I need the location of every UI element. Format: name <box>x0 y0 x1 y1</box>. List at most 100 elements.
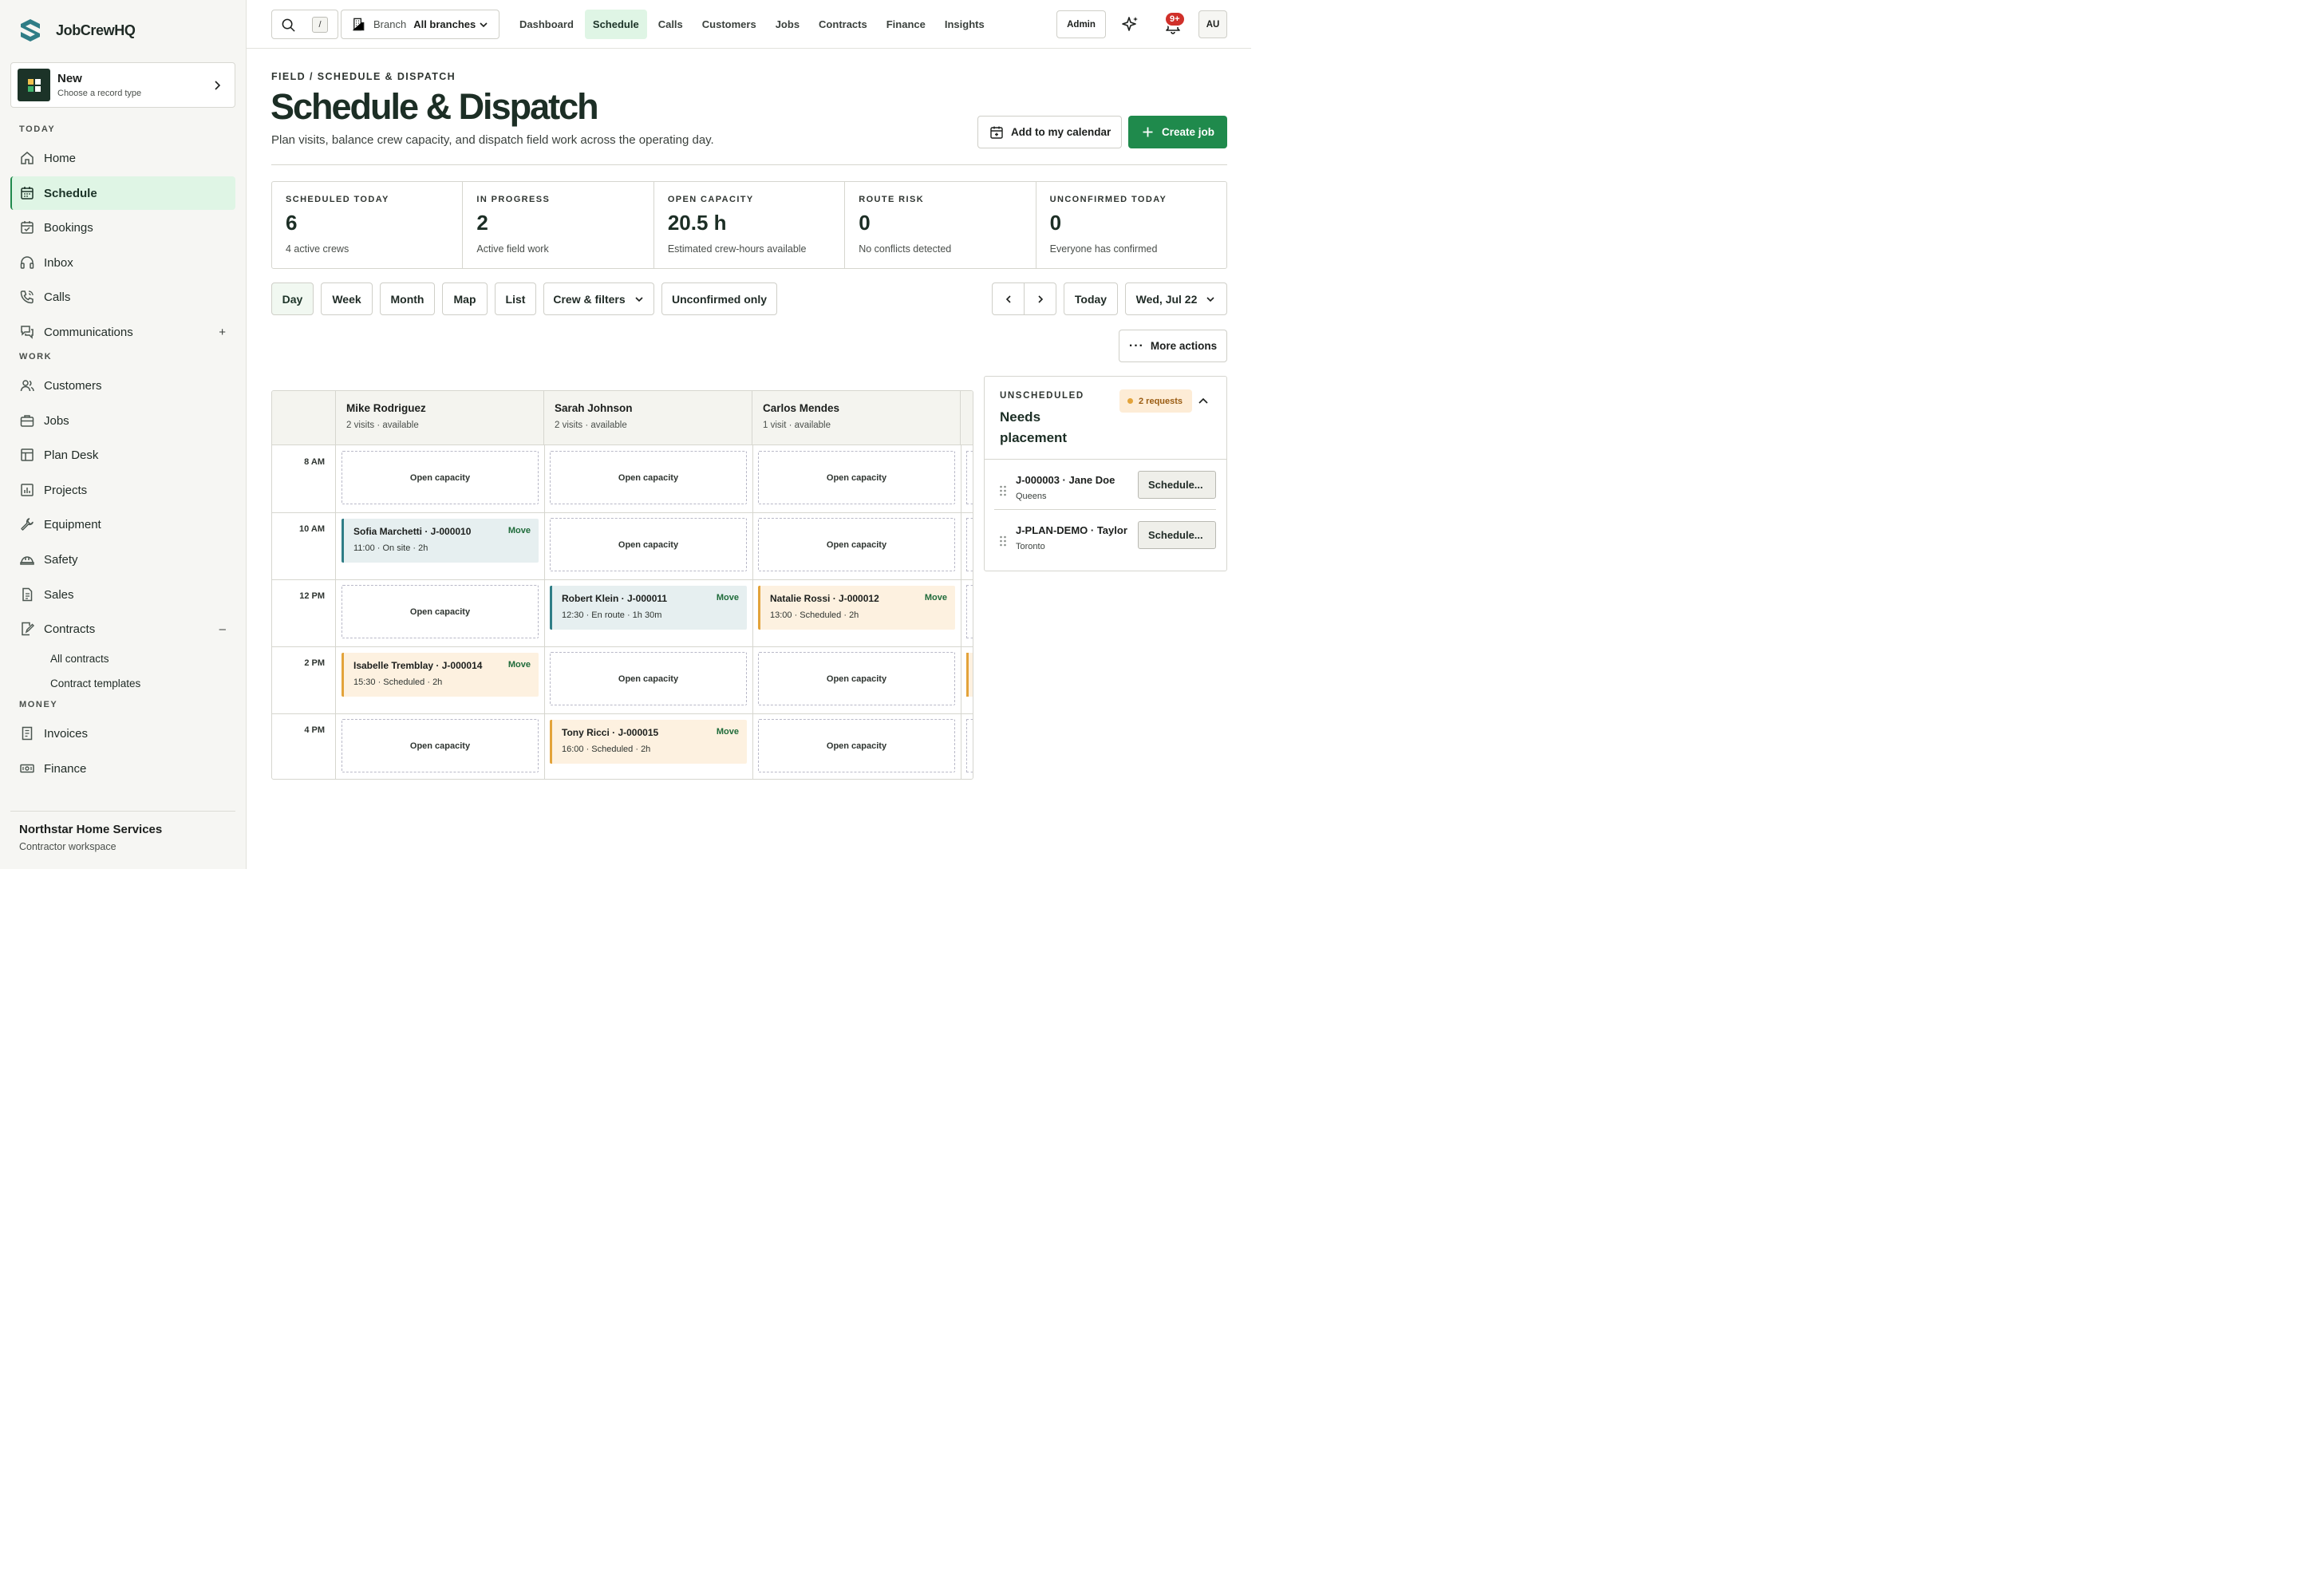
next-day-button[interactable] <box>1025 283 1056 314</box>
sidebar-item-label: Schedule <box>44 186 97 200</box>
open-capacity-slot[interactable]: Open capacity <box>550 451 747 504</box>
top-nav-dashboard[interactable]: Dashboard <box>511 10 582 39</box>
sidebar-item-safety[interactable]: Safety <box>10 543 235 576</box>
schedule-button[interactable]: Schedule... <box>1138 521 1216 549</box>
move-job-button[interactable]: Move <box>508 526 531 535</box>
top-nav-insights[interactable]: Insights <box>937 10 993 39</box>
move-job-button[interactable]: Move <box>717 593 739 602</box>
create-job-button[interactable]: Create job <box>1128 116 1227 148</box>
crew-name: Carlos Mendes <box>763 402 840 414</box>
schedule-button[interactable]: Schedule... <box>1138 471 1216 499</box>
view-week-button[interactable]: Week <box>321 282 373 315</box>
open-capacity-slot[interactable]: Open capacity <box>758 652 955 705</box>
calendar-icon <box>21 187 34 200</box>
open-capacity-slot[interactable]: Open capacity <box>342 719 539 772</box>
crew-name: Mike Rodriguez <box>346 402 426 414</box>
unconfirmed-only-toggle[interactable]: Unconfirmed only <box>661 282 777 315</box>
crew-header[interactable]: Sarah Johnson 2 visits · available <box>544 391 752 445</box>
unscheduled-item-location: Toronto <box>1016 542 1045 551</box>
time-slot-label: 2 PM <box>304 658 325 668</box>
admin-button[interactable]: Admin <box>1056 10 1106 38</box>
move-job-button[interactable]: Move <box>717 727 739 737</box>
move-job-button[interactable]: Move <box>925 593 947 602</box>
add-to-calendar-button[interactable]: Add to my calendar <box>977 116 1122 148</box>
job-card[interactable]: Tony Ricci · J-000015 16:00 · Scheduled ·… <box>550 720 747 764</box>
sidebar-item-calls[interactable]: Calls <box>10 280 235 314</box>
crew-filters-button[interactable]: Crew & filters <box>543 282 654 315</box>
date-picker[interactable]: Wed, Jul 22 <box>1125 282 1227 315</box>
sidebar-item-schedule[interactable]: Schedule <box>10 176 235 210</box>
metric-value: 2 <box>476 211 488 235</box>
overflow-column-slot <box>966 451 973 504</box>
view-month-button[interactable]: Month <box>380 282 435 315</box>
sidebar-item-label: Finance <box>44 761 87 776</box>
sidebar-item-contracts[interactable]: Contracts – <box>10 612 235 646</box>
collapse-toggle[interactable]: – <box>219 622 226 636</box>
ellipsis-icon: ··· <box>1128 338 1144 353</box>
sidebar-item-customers[interactable]: Customers <box>10 369 235 402</box>
crew-header[interactable]: Carlos Mendes 1 visit · available <box>752 391 961 445</box>
sidebar-subitem-contract-templates[interactable]: Contract templates <box>50 678 140 689</box>
sidebar-subitem-all-contracts[interactable]: All contracts <box>50 653 109 665</box>
more-actions-button[interactable]: ··· More actions <box>1119 330 1227 362</box>
overflow-column-slot <box>966 518 973 571</box>
unscheduled-item[interactable]: J-PLAN-DEMO · Taylor Toronto Schedule... <box>994 521 1216 566</box>
headset-icon <box>20 256 34 269</box>
view-list-button[interactable]: List <box>495 282 536 315</box>
money-icon <box>20 764 34 773</box>
sidebar-item-jobs[interactable]: Jobs <box>10 404 235 437</box>
drag-handle-icon[interactable] <box>999 535 1007 547</box>
wrench-icon <box>21 518 34 531</box>
sidebar-item-sales[interactable]: Sales <box>10 578 235 611</box>
chevron-up-icon[interactable] <box>1197 395 1210 408</box>
avatar[interactable]: AU <box>1198 10 1227 38</box>
top-nav-finance[interactable]: Finance <box>879 10 934 39</box>
prev-day-button[interactable] <box>993 283 1025 314</box>
sidebar-item-invoices[interactable]: Invoices <box>10 717 235 750</box>
time-slot-label: 10 AM <box>299 524 325 534</box>
crew-header[interactable]: Mike Rodriguez 2 visits · available <box>336 391 544 445</box>
sidebar-item-inbox[interactable]: Inbox <box>10 246 235 279</box>
sidebar-item-home[interactable]: Home <box>10 141 235 175</box>
today-button[interactable]: Today <box>1064 282 1118 315</box>
sidebar-item-equipment[interactable]: Equipment <box>10 508 235 541</box>
open-capacity-slot[interactable]: Open capacity <box>550 518 747 571</box>
app-logo[interactable]: JobCrewHQ <box>18 18 136 43</box>
open-capacity-slot[interactable]: Open capacity <box>342 585 539 638</box>
sidebar-item-finance[interactable]: Finance <box>10 752 235 785</box>
job-card[interactable]: Sofia Marchetti · J-000010 11:00 · On sit… <box>342 519 539 563</box>
section-work: WORK <box>19 352 53 361</box>
new-record-tile <box>18 69 50 101</box>
sidebar-item-bookings[interactable]: Bookings <box>10 211 235 244</box>
new-record-button[interactable]: New Choose a record type <box>10 62 235 108</box>
job-card[interactable]: Robert Klein · J-000011 12:30 · En route … <box>550 586 747 630</box>
job-card[interactable]: Isabelle Tremblay · J-000014 15:30 · Sche… <box>342 653 539 697</box>
overflow-column-slot <box>966 719 973 772</box>
sidebar-item-projects[interactable]: Projects <box>10 473 235 507</box>
job-title: Tony Ricci · J-000015 <box>562 727 659 738</box>
top-nav-jobs[interactable]: Jobs <box>768 10 807 39</box>
search-button[interactable]: / <box>271 10 338 39</box>
sidebar-item-communications[interactable]: Communications + <box>10 315 235 349</box>
view-day-button[interactable]: Day <box>271 282 314 315</box>
top-nav-schedule[interactable]: Schedule <box>584 10 647 39</box>
drag-handle-icon[interactable] <box>999 484 1007 497</box>
open-capacity-slot[interactable]: Open capacity <box>342 451 539 504</box>
open-capacity-slot[interactable]: Open capacity <box>758 719 955 772</box>
top-nav-calls[interactable]: Calls <box>650 10 691 39</box>
open-capacity-slot[interactable]: Open capacity <box>550 652 747 705</box>
move-job-button[interactable]: Move <box>508 660 531 670</box>
sparkle-icon[interactable] <box>1121 15 1140 34</box>
open-capacity-slot[interactable]: Open capacity <box>758 518 955 571</box>
open-capacity-slot[interactable]: Open capacity <box>758 451 955 504</box>
expand-toggle[interactable]: + <box>219 326 226 339</box>
org-subtitle: Contractor workspace <box>19 841 116 852</box>
sidebar-item-plan-desk[interactable]: Plan Desk <box>10 438 235 472</box>
view-map-button[interactable]: Map <box>442 282 488 315</box>
top-nav-contracts[interactable]: Contracts <box>811 10 875 39</box>
branch-selector[interactable]: Branch All branches <box>341 10 499 39</box>
workspace-switcher[interactable]: Northstar Home Services Contractor works… <box>10 811 235 863</box>
top-nav-customers[interactable]: Customers <box>694 10 764 39</box>
job-card[interactable]: Natalie Rossi · J-000012 13:00 · Schedule… <box>758 586 955 630</box>
grid-column-divider <box>544 445 545 779</box>
